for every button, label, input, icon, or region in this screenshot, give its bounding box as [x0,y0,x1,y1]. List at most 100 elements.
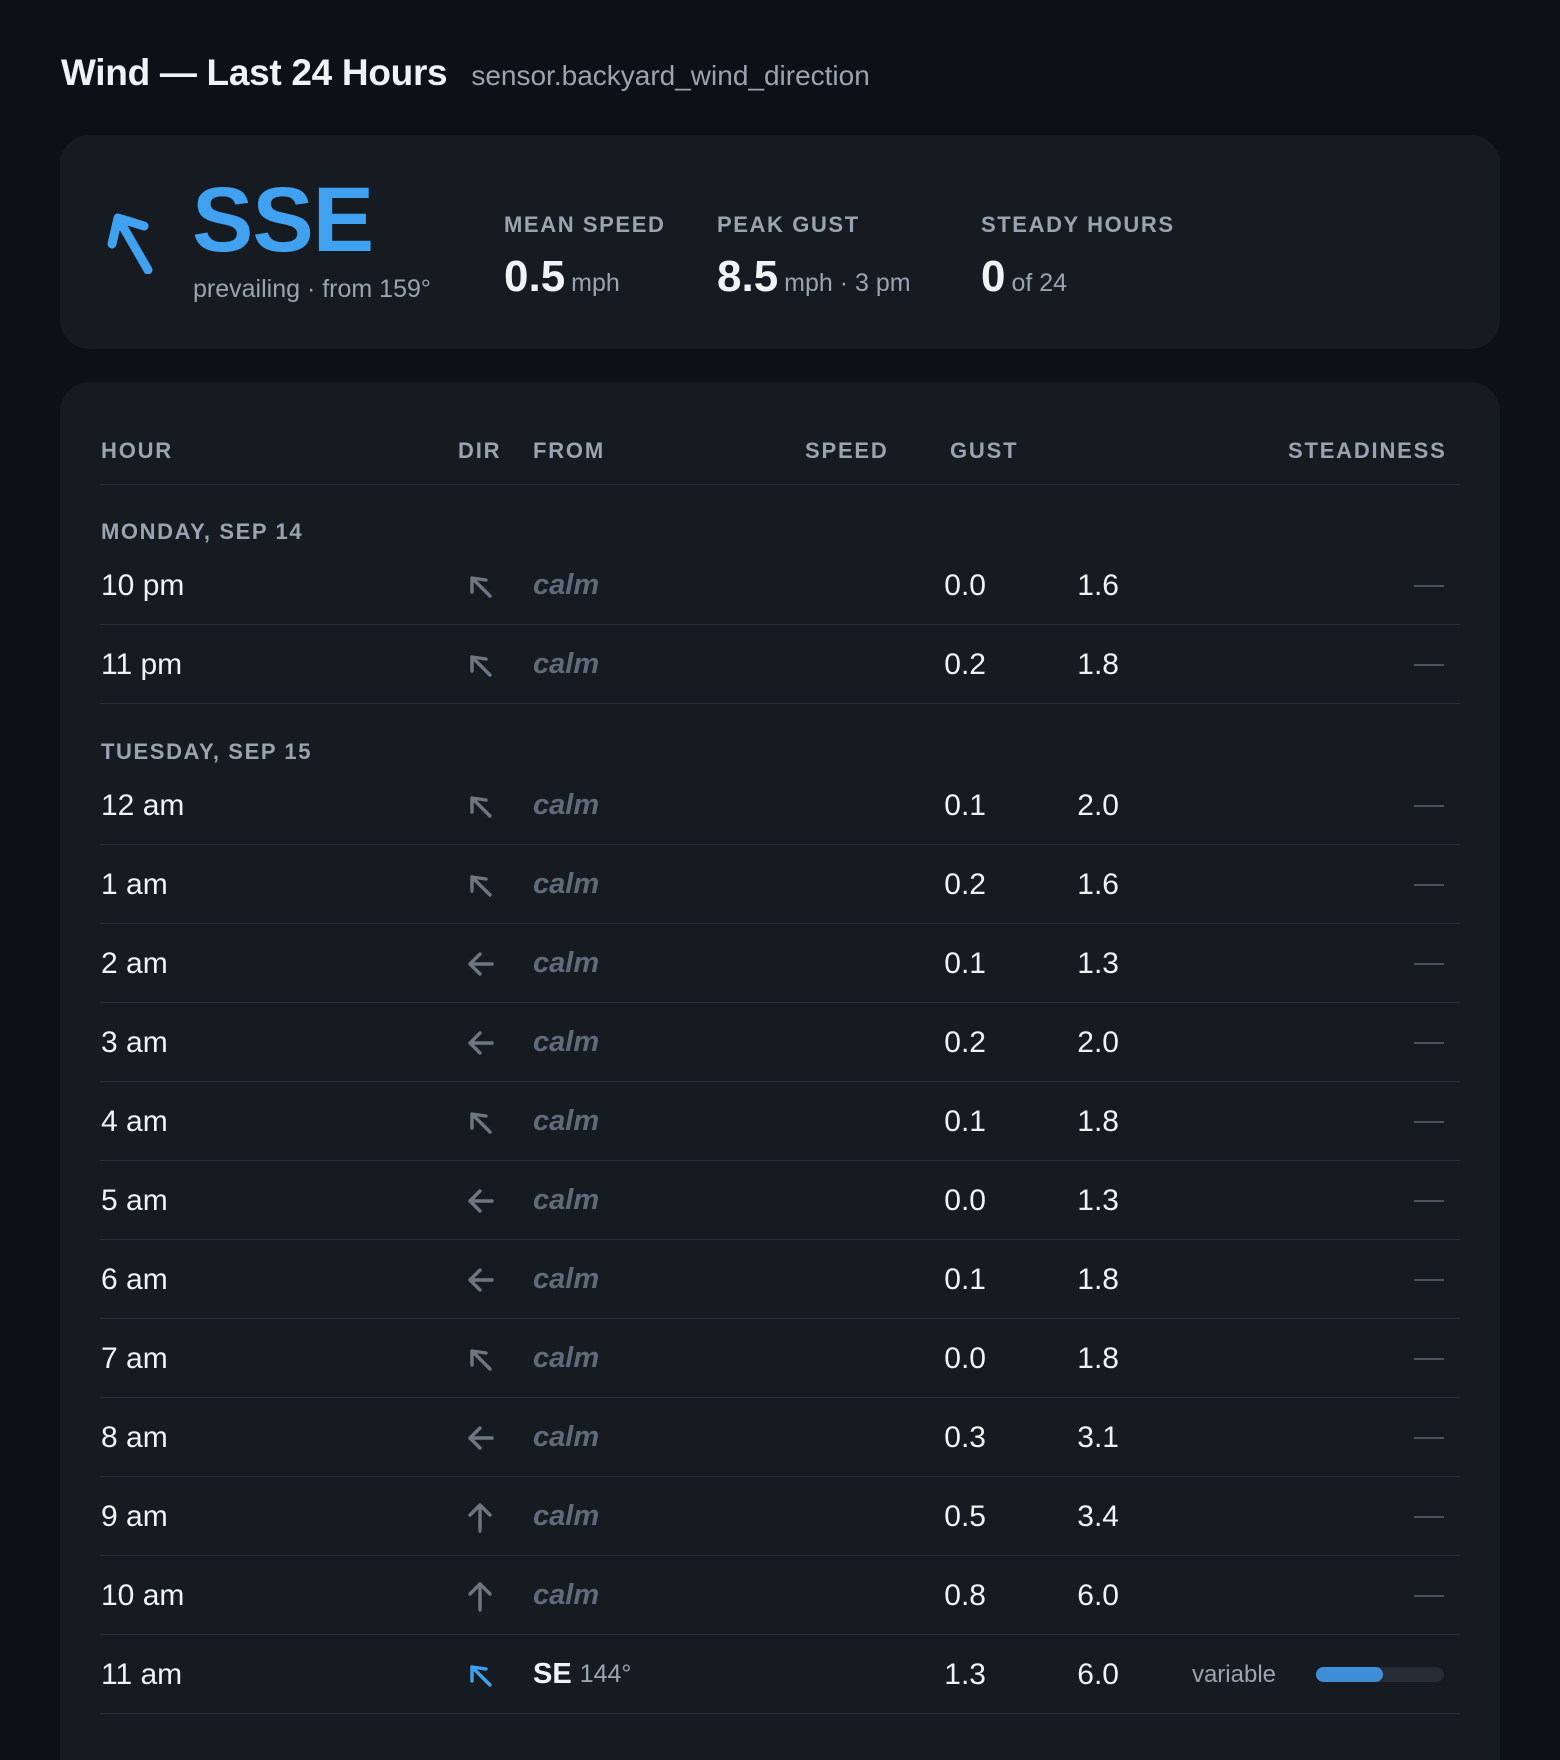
table-row[interactable]: 11 pm calm 0.2 1.8 [100,625,1460,704]
steadiness-dash [1414,1199,1444,1202]
from-calm: calm [533,1421,600,1453]
arrow-up-left-icon [470,575,492,598]
steadiness-dash [1414,1515,1444,1518]
table-row[interactable]: 2 am calm 0.1 1.3 [100,924,1460,1003]
cell-from: calm [533,924,599,1003]
steadiness-dash [1414,1436,1444,1439]
arrow-left-icon [468,1188,494,1213]
cell-from: calm [533,546,599,625]
table-row[interactable]: 1 am calm 0.2 1.6 [100,845,1460,924]
cell-dir [458,1082,502,1161]
cell-dir [458,1161,502,1240]
arrow-left-icon [468,1425,494,1450]
from-calm: calm [533,569,600,601]
table-row[interactable]: 3 am calm 0.2 2.0 [100,1003,1460,1082]
cell-speed: 0.0 [944,1341,986,1375]
cell-hour: 10 pm [101,568,185,602]
steadiness-dash [1414,1594,1444,1597]
cell-from: calm [533,1398,599,1477]
row-divider [100,703,1460,704]
cell-from: calm [533,1319,599,1398]
from-degrees: 144° [579,1660,632,1688]
from-calm: calm [533,789,600,821]
cell-hour: 4 am [101,1104,168,1138]
column-header-hour: HOUR [101,438,173,463]
arrow-up-left-icon [470,1348,492,1371]
entity-id: sensor.backyard_wind_direction [471,60,870,91]
cell-speed: 0.2 [944,867,986,901]
cell-from: calm [533,1003,599,1082]
row-divider [100,1713,1460,1714]
cell-steadiness: variable [1192,1635,1444,1714]
stat-label: PEAK GUST [717,212,860,237]
table-row[interactable]: 11 am SE 144° 1.3 6.0 variable [100,1635,1460,1714]
arrow-up-left-icon [470,1111,492,1134]
cell-steadiness [1414,1082,1444,1161]
header-divider [100,484,1460,485]
arrow-up-left-icon [107,213,153,274]
stat-mean-speed: MEAN SPEED 0.5 mph [504,212,665,302]
prevailing-direction: SSE [192,169,374,271]
cell-hour: 2 am [101,946,168,980]
arrow-up-left-icon [470,1664,492,1687]
table-row[interactable]: 10 pm calm 0.0 1.6 [100,546,1460,625]
stat-number: 0 [981,252,1006,301]
cell-gust: 1.8 [1077,647,1119,681]
column-header-from: FROM [533,438,605,463]
cell-speed: 0.2 [944,647,986,681]
steadiness-dash [1414,1278,1444,1281]
cell-steadiness [1414,845,1444,924]
table-row[interactable]: 9 am calm 0.5 3.4 [100,1477,1460,1556]
table-row[interactable]: 7 am calm 0.0 1.8 [100,1319,1460,1398]
table-row[interactable]: 4 am calm 0.1 1.8 [100,1082,1460,1161]
cell-dir [458,766,502,845]
table-row[interactable]: 6 am calm 0.1 1.8 [100,1240,1460,1319]
cell-dir [458,1003,502,1082]
arrow-up-left-icon [470,654,492,677]
steadiness-dash [1414,1041,1444,1044]
cell-steadiness [1414,1556,1444,1635]
page-title: Wind — Last 24 Hours [61,52,448,93]
cell-gust: 1.3 [1077,946,1119,980]
cell-speed: 0.8 [944,1578,986,1612]
cell-gust: 6.0 [1077,1578,1119,1612]
column-header-gust: GUST [950,438,1019,463]
cell-speed: 0.2 [944,1025,986,1059]
cell-steadiness [1414,1477,1444,1556]
cell-dir [458,1398,502,1477]
cell-gust: 1.6 [1077,568,1119,602]
cell-speed: 0.1 [944,946,986,980]
cell-dir [458,1635,502,1714]
cell-gust: 3.1 [1077,1420,1119,1454]
table-row[interactable]: 5 am calm 0.0 1.3 [100,1161,1460,1240]
cell-from: calm [533,845,599,924]
steadiness-dash [1414,663,1444,666]
cell-hour: 12 am [101,788,185,822]
table-row[interactable]: 10 am calm 0.8 6.0 [100,1556,1460,1635]
table-row[interactable]: 8 am calm 0.3 3.1 [100,1398,1460,1477]
column-header-speed: SPEED [805,438,889,463]
from-calm: calm [533,1026,600,1058]
from-calm: calm [533,1500,600,1532]
steadiness-dash [1414,883,1444,886]
from-calm: calm [533,947,600,979]
cell-dir [458,1556,502,1635]
table-row[interactable]: 12 am calm 0.1 2.0 [100,766,1460,845]
cell-from: calm [533,1240,599,1319]
cell-steadiness [1414,766,1444,845]
cell-gust: 1.8 [1077,1104,1119,1138]
stat-label: MEAN SPEED [504,212,666,237]
cell-dir [458,546,502,625]
column-header-dir: DIR [458,438,502,463]
cell-dir [458,924,502,1003]
from-calm: calm [533,1184,600,1216]
from-calm: calm [533,1105,600,1137]
arrow-up-left-icon [470,795,492,818]
cell-dir [458,1477,502,1556]
stat-label: STEADY HOURS [981,212,1175,237]
cell-gust: 2.0 [1077,788,1119,822]
steadiness-bar [1316,1667,1444,1682]
cell-speed: 0.1 [944,1104,986,1138]
page-header: Wind — Last 24 Hours sensor.backyard_win… [61,52,870,94]
steadiness-dash [1414,962,1444,965]
